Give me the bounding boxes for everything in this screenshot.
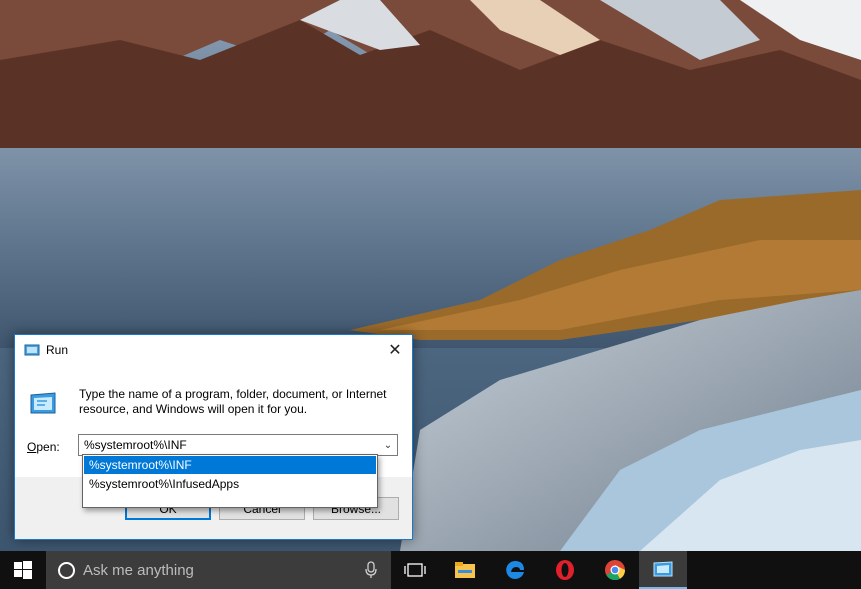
run-app-icon [30, 392, 56, 414]
chrome-button[interactable] [591, 551, 639, 589]
run-app-icon [24, 344, 40, 356]
edge-button[interactable] [491, 551, 539, 589]
search-placeholder: Ask me anything [83, 562, 194, 579]
open-label-accelerator: O [27, 440, 37, 454]
dialog-title: Run [46, 343, 69, 357]
chevron-down-icon[interactable]: ⌄ [379, 435, 397, 455]
cortana-icon [58, 562, 75, 579]
taskbar: Ask me anything [0, 551, 861, 589]
start-button[interactable] [0, 551, 46, 589]
file-explorer-button[interactable] [441, 551, 489, 589]
task-view-icon [404, 563, 426, 577]
edge-icon [506, 561, 524, 579]
autocomplete-item[interactable]: %systemroot%\InfusedApps [84, 475, 376, 493]
chrome-icon [605, 560, 626, 581]
microphone-icon[interactable] [365, 561, 377, 579]
windows-start-icon [14, 561, 32, 579]
opera-button[interactable] [541, 551, 589, 589]
open-label: Open: [27, 440, 60, 454]
autocomplete-dropdown: %systemroot%\INF %systemroot%\InfusedApp… [82, 454, 378, 508]
opera-icon [556, 560, 574, 580]
run-taskbar-button[interactable] [639, 551, 687, 589]
run-dialog: Run ✕ Type the name of a program, folder… [14, 334, 413, 540]
autocomplete-item[interactable]: %systemroot%\INF [84, 456, 376, 474]
search-box[interactable]: Ask me anything [46, 551, 391, 589]
file-explorer-icon [455, 562, 475, 578]
dialog-titlebar[interactable]: Run ✕ [15, 335, 412, 365]
run-app-icon [653, 561, 673, 577]
close-icon: ✕ [388, 342, 402, 359]
close-button[interactable]: ✕ [378, 335, 412, 365]
dialog-description: Type the name of a program, folder, docu… [79, 387, 387, 416]
open-label-text: pen: [36, 440, 60, 454]
open-input[interactable]: %systemroot%\INF [84, 438, 187, 452]
open-combobox[interactable]: %systemroot%\INF ⌄ [78, 434, 398, 456]
task-view-button[interactable] [391, 551, 439, 589]
